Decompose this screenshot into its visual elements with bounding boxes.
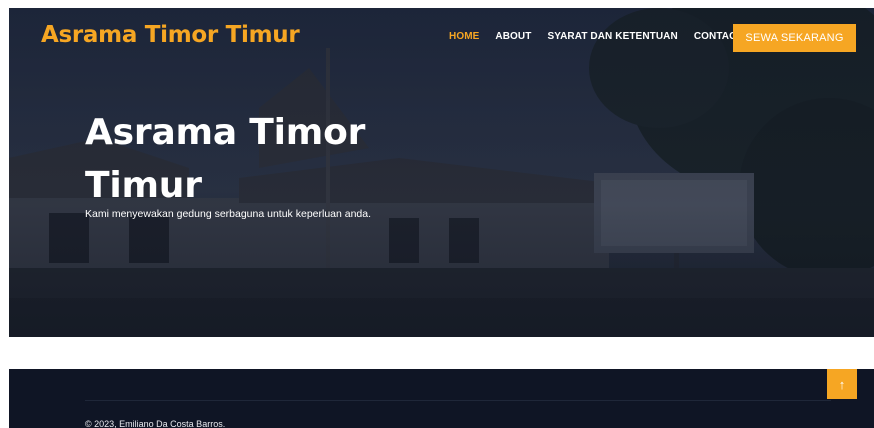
navbar: Asrama Timor Timur HOME ABOUT SYARAT DAN… — [9, 8, 874, 68]
page: Asrama Timor Timur HOME ABOUT SYARAT DAN… — [0, 0, 874, 428]
nav-menu: HOME ABOUT SYARAT DAN KETENTUAN CONTACT — [449, 31, 743, 42]
sewa-sekarang-button[interactable]: SEWA SEKARANG — [733, 24, 856, 52]
hero-section: Asrama Timor Timur HOME ABOUT SYARAT DAN… — [9, 8, 874, 337]
footer: © 2023, Emiliano Da Costa Barros. — [9, 369, 874, 428]
nav-item-home[interactable]: HOME — [449, 31, 479, 42]
hero-subtitle: Kami menyewakan gedung serbaguna untuk k… — [85, 208, 372, 220]
nav-item-syarat-dan-ketentuan[interactable]: SYARAT DAN KETENTUAN — [547, 31, 677, 42]
back-to-top-button[interactable]: ↑ — [827, 369, 857, 399]
footer-divider — [85, 400, 831, 401]
arrow-up-icon: ↑ — [838, 376, 846, 392]
brand-logo[interactable]: Asrama Timor Timur — [41, 22, 300, 48]
hero-title: Asrama Timor Timur — [85, 112, 366, 206]
nav-item-about[interactable]: ABOUT — [495, 31, 531, 42]
footer-copyright: © 2023, Emiliano Da Costa Barros. — [85, 419, 226, 428]
